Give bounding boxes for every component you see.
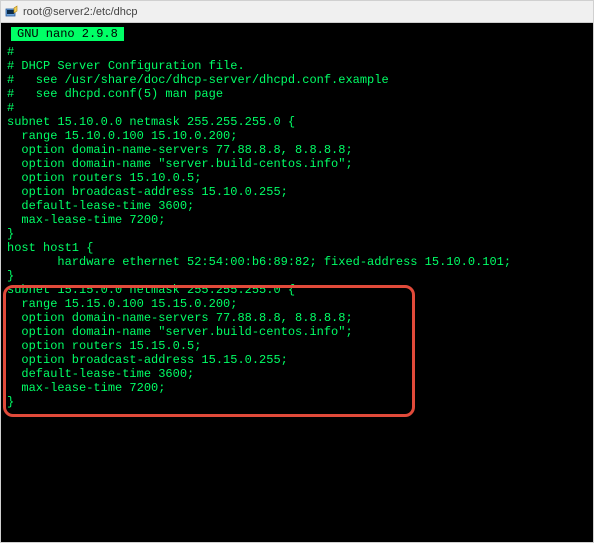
config-line[interactable]: # xyxy=(1,101,593,115)
config-line[interactable]: } xyxy=(1,227,593,241)
config-line[interactable]: # see /usr/share/doc/dhcp-server/dhcpd.c… xyxy=(1,73,593,87)
config-line[interactable]: option broadcast-address 15.15.0.255; xyxy=(1,353,593,367)
nano-header: GNU nano 2.9.8 xyxy=(11,27,124,41)
config-line[interactable]: } xyxy=(1,395,593,409)
config-line[interactable]: option routers 15.15.0.5; xyxy=(1,339,593,353)
config-line[interactable]: subnet 15.15.0.0 netmask 255.255.255.0 { xyxy=(1,283,593,297)
titlebar[interactable]: root@server2:/etc/dhcp xyxy=(1,1,593,23)
config-line[interactable]: # see dhcpd.conf(5) man page xyxy=(1,87,593,101)
config-line[interactable]: option domain-name "server.build-centos.… xyxy=(1,157,593,171)
putty-icon xyxy=(5,5,19,19)
config-line[interactable]: option routers 15.10.0.5; xyxy=(1,171,593,185)
config-line[interactable]: # xyxy=(1,45,593,59)
config-line[interactable]: option broadcast-address 15.10.0.255; xyxy=(1,185,593,199)
config-line[interactable]: range 15.15.0.100 15.15.0.200; xyxy=(1,297,593,311)
terminal[interactable]: GNU nano 2.9.8 # # DHCP Server Configura… xyxy=(1,23,593,542)
window-title: root@server2:/etc/dhcp xyxy=(23,6,138,18)
config-line[interactable]: max-lease-time 7200; xyxy=(1,381,593,395)
config-line[interactable]: max-lease-time 7200; xyxy=(1,213,593,227)
config-line[interactable]: subnet 15.10.0.0 netmask 255.255.255.0 { xyxy=(1,115,593,129)
config-line[interactable]: option domain-name "server.build-centos.… xyxy=(1,325,593,339)
config-line[interactable]: default-lease-time 3600; xyxy=(1,199,593,213)
config-line[interactable]: host host1 { xyxy=(1,241,593,255)
config-line[interactable]: # DHCP Server Configuration file. xyxy=(1,59,593,73)
config-line[interactable]: hardware ethernet 52:54:00:b6:89:82; fix… xyxy=(1,255,593,269)
config-line[interactable]: default-lease-time 3600; xyxy=(1,367,593,381)
app-window: root@server2:/etc/dhcp GNU nano 2.9.8 # … xyxy=(0,0,594,543)
config-line[interactable]: range 15.10.0.100 15.10.0.200; xyxy=(1,129,593,143)
config-line[interactable]: option domain-name-servers 77.88.8.8, 8.… xyxy=(1,143,593,157)
config-line[interactable]: } xyxy=(1,269,593,283)
config-line[interactable]: option domain-name-servers 77.88.8.8, 8.… xyxy=(1,311,593,325)
